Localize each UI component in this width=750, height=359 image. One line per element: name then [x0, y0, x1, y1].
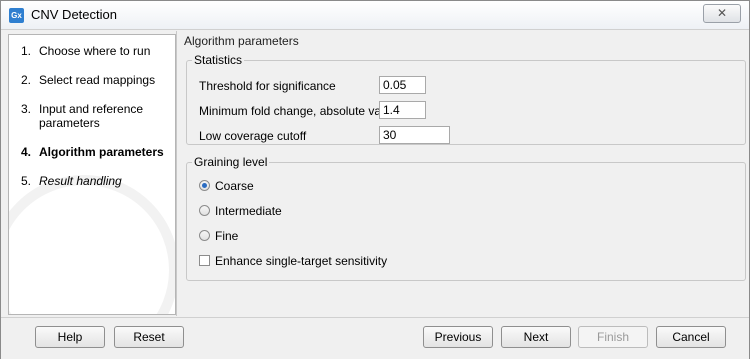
next-button[interactable]: Next [501, 326, 571, 348]
step-label: Result handling [39, 174, 122, 188]
previous-button[interactable]: Previous [423, 326, 493, 348]
radio-unselected-icon[interactable] [199, 205, 210, 216]
graining-level-group: Graining level Coarse Intermediate Fine … [186, 155, 746, 281]
radio-label: Coarse [215, 179, 254, 193]
graining-legend: Graining level [194, 155, 268, 169]
title-bar[interactable]: Gx CNV Detection ✕ [1, 1, 749, 30]
statistics-legend: Statistics [194, 53, 243, 67]
step-label: Select read mappings [39, 73, 156, 87]
fold-change-label: Minimum fold change, absolute value [199, 104, 398, 118]
help-button[interactable]: Help [35, 326, 105, 348]
step-number: 2. [21, 73, 32, 87]
watermark-logo [9, 175, 175, 314]
radio-unselected-icon[interactable] [199, 230, 210, 241]
dialog-window: Gx CNV Detection ✕ 1. Choose where to ru… [0, 0, 750, 359]
wizard-steps: 1. Choose where to run 2. Select read ma… [8, 34, 176, 315]
window-title: CNV Detection [31, 7, 117, 22]
radio-label: Intermediate [215, 204, 282, 218]
fold-change-input[interactable] [379, 101, 426, 119]
threshold-label: Threshold for significance [199, 79, 336, 93]
reset-button[interactable]: Reset [114, 326, 184, 348]
checkbox-label: Enhance single-target sensitivity [215, 254, 388, 268]
step-number: 1. [21, 44, 32, 58]
close-icon: ✕ [716, 6, 728, 20]
finish-button[interactable]: Finish [578, 326, 648, 348]
coverage-cutoff-label: Low coverage cutoff [199, 129, 307, 143]
close-button[interactable]: ✕ [703, 4, 741, 23]
coverage-cutoff-input[interactable] [379, 126, 450, 144]
step-number: 4. [21, 145, 32, 159]
panel-title: Algorithm parameters [184, 34, 299, 48]
app-icon: Gx [9, 8, 24, 23]
step-number: 3. [21, 102, 32, 116]
threshold-input[interactable] [379, 76, 426, 94]
step-number: 5. [21, 174, 32, 188]
cancel-button[interactable]: Cancel [656, 326, 726, 348]
statistics-group: Statistics Threshold for significance Mi… [186, 53, 746, 145]
step-label: Choose where to run [39, 44, 151, 58]
radio-selected-icon[interactable] [199, 180, 210, 191]
radio-label: Fine [215, 229, 239, 243]
step-label: Algorithm parameters [39, 145, 164, 159]
step-label: Input and reference parameters [39, 102, 144, 130]
checkbox-icon[interactable] [199, 255, 210, 266]
algorithm-parameters-panel: Algorithm parameters Statistics Threshol… [176, 31, 749, 316]
dialog-footer: Help Reset Previous Next Finish Cancel [1, 317, 749, 359]
